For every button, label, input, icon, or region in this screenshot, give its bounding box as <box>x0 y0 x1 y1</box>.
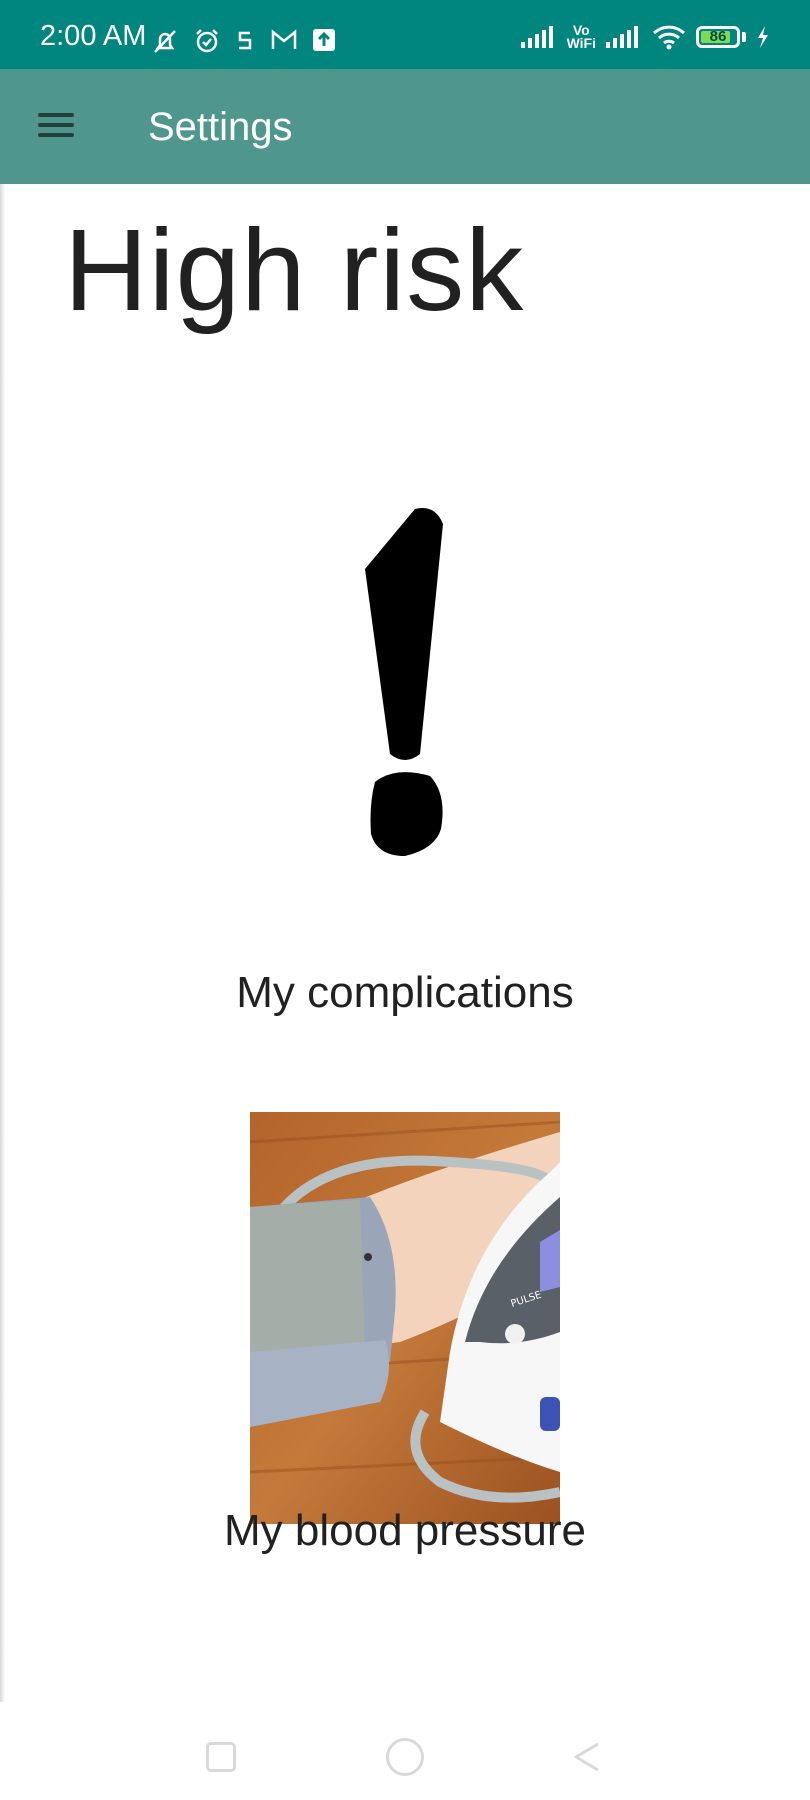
status-bar: 2:00 AM Vo WiFi 86 <box>0 0 810 69</box>
battery-nub <box>742 32 746 42</box>
gmail-icon <box>271 29 297 49</box>
menu-line <box>38 123 74 127</box>
alarm-icon <box>196 29 218 53</box>
main-content: High risk My complications PULSE My bloo… <box>0 184 810 1702</box>
menu-line <box>38 133 74 137</box>
blood-pressure-label[interactable]: My blood pressure <box>0 1506 810 1556</box>
battery-icon: 86 <box>696 26 740 48</box>
blood-pressure-photo-drawing: PULSE <box>250 1112 560 1524</box>
back-button[interactable] <box>572 1740 602 1774</box>
status-time: 2:00 AM <box>40 20 147 52</box>
home-button[interactable] <box>386 1738 424 1776</box>
upload-icon <box>313 29 335 51</box>
risk-level-heading: High risk <box>64 205 525 335</box>
vowifi-icon: Vo WiFi <box>566 23 596 51</box>
s-icon <box>238 31 252 50</box>
signal-icon <box>606 26 638 48</box>
wifi-icon <box>652 25 686 50</box>
status-icons-left <box>150 28 336 54</box>
app-bar: Settings <box>0 69 810 184</box>
mute-icon <box>154 30 176 53</box>
hamburger-menu-icon[interactable] <box>34 107 78 143</box>
exclamation-icon[interactable] <box>355 504 455 864</box>
menu-line <box>38 113 74 117</box>
recent-apps-button[interactable] <box>206 1742 236 1772</box>
battery-percent: 86 <box>709 28 727 45</box>
charging-icon <box>758 26 768 48</box>
status-icons-right: Vo WiFi 86 <box>520 23 770 51</box>
vowifi-bottom: WiFi <box>566 35 596 51</box>
signal-icon <box>520 26 553 48</box>
complications-label[interactable]: My complications <box>0 968 810 1018</box>
page-title: Settings <box>148 105 293 149</box>
blood-pressure-monitor-photo[interactable]: PULSE <box>250 1112 560 1524</box>
